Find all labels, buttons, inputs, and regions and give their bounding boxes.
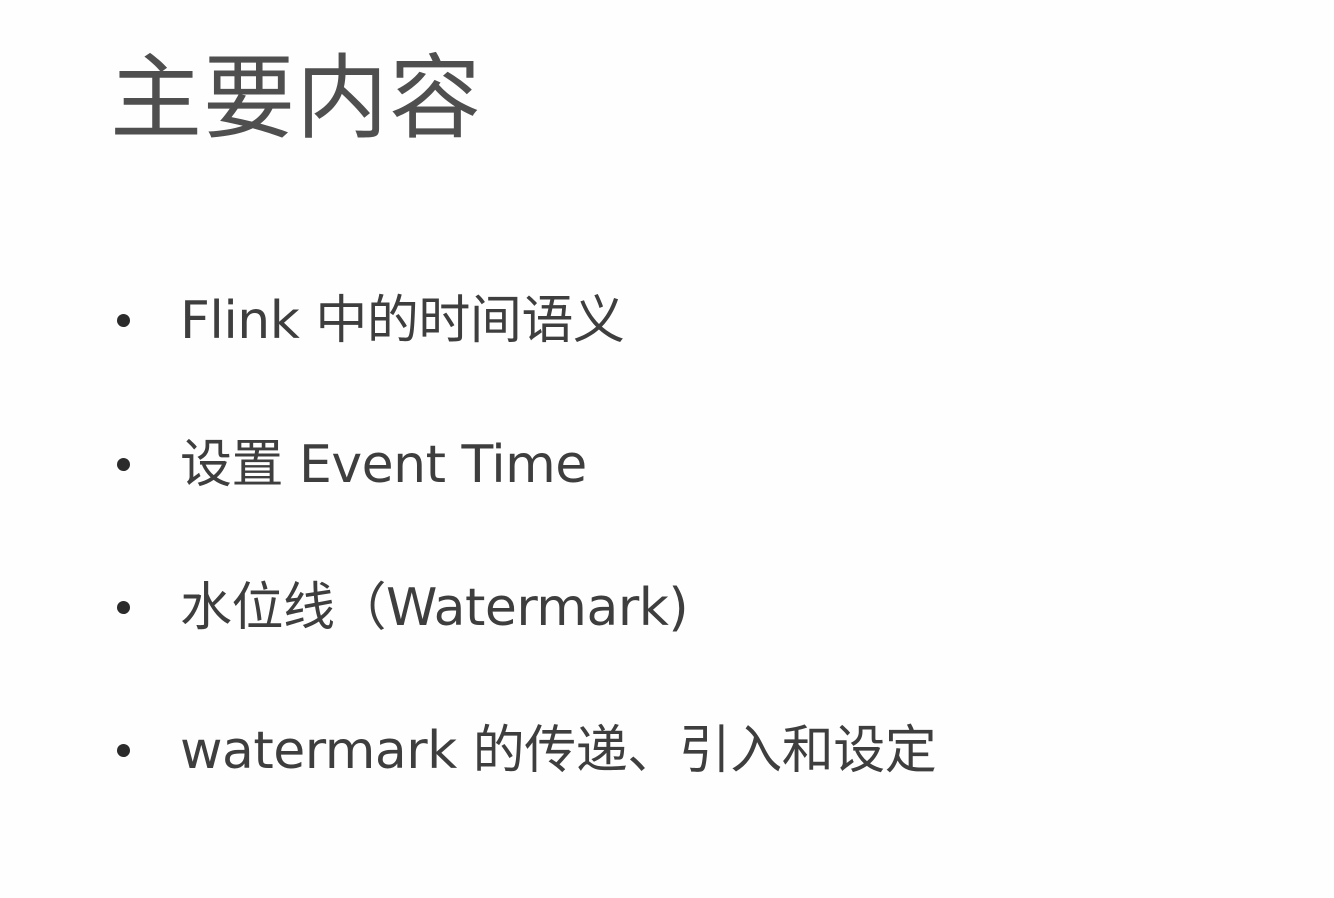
slide-title: 主要内容 [110,45,483,152]
slide: 主要内容 Flink 中的时间语义 设置 Event Time 水位线（Wate… [0,0,1334,898]
bullet-dot-icon [117,744,130,757]
bullet-text: 水位线（Watermark) [180,578,689,638]
bullet-text: Flink 中的时间语义 [180,291,625,351]
bullet-dot-icon [117,458,130,471]
bullet-text: watermark 的传递、引入和设定 [180,721,937,781]
bullet-dot-icon [117,601,130,614]
bullet-dot-icon [117,314,130,327]
bullet-text: 设置 Event Time [180,435,587,495]
